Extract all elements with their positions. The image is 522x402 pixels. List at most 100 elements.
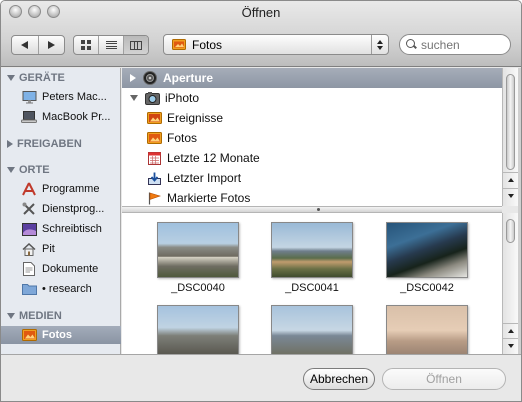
chevron-up-icon — [507, 328, 514, 333]
chevron-down-icon — [377, 45, 383, 50]
photo-grid-scrollbar[interactable] — [502, 213, 518, 354]
icon-view-button[interactable] — [74, 36, 99, 54]
search-field[interactable] — [399, 34, 511, 55]
sidebar-item-research[interactable]: • research — [21, 280, 121, 298]
chevron-up-icon — [377, 39, 383, 44]
disclosure-down-icon — [7, 75, 15, 81]
disclosure-right-icon — [7, 140, 13, 148]
import-icon — [146, 171, 162, 185]
sidebar-item-label: Dokumente — [42, 263, 99, 275]
open-dialog: Öffnen Fotos suchen GERÄTE Peters Mac...… — [0, 0, 522, 402]
photo-item[interactable] — [156, 305, 240, 361]
photo-thumbnail — [157, 305, 239, 361]
window-edge — [518, 68, 521, 354]
view-mode-buttons — [73, 35, 149, 55]
source-list-scrollbar[interactable] — [502, 68, 518, 206]
photo-item[interactable]: _DSC0041 — [270, 222, 354, 294]
sidebar-item-programme[interactable]: Programme — [21, 180, 121, 198]
sidebar-section-label: FREIGABEN — [17, 138, 82, 150]
sidebar-section-freigaben[interactable]: FREIGABEN — [7, 138, 82, 150]
sidebar-item-fotos[interactable]: Fotos — [1, 326, 121, 344]
list-item-label: Fotos — [167, 131, 198, 145]
list-item-letzter-import[interactable]: Letzter Import — [122, 168, 502, 188]
sidebar-item-label: Peters Mac... — [42, 91, 107, 103]
cancel-button[interactable]: Abbrechen — [303, 368, 375, 390]
back-button[interactable] — [12, 36, 39, 54]
flag-icon — [146, 191, 162, 205]
list-item-letzte-12-monate[interactable]: Letzte 12 Monate — [122, 148, 502, 168]
photo-label: _DSC0040 — [171, 282, 225, 294]
forward-button[interactable] — [39, 36, 65, 54]
photo-thumbnail — [157, 222, 239, 278]
list-item-ereignisse[interactable]: Ereignisse — [122, 108, 502, 128]
sidebar-item-label: Fotos — [42, 329, 72, 341]
sidebar-item-label: Dienstprog... — [42, 203, 105, 215]
photo-thumbnail — [386, 305, 468, 361]
photo-thumbnail — [271, 222, 353, 278]
back-arrow-icon — [21, 41, 29, 49]
chevron-down-icon — [507, 193, 514, 198]
scroll-up-button[interactable] — [503, 172, 518, 186]
icon-view-icon — [81, 40, 91, 50]
photo-item[interactable] — [270, 305, 354, 361]
sidebar-section-medien[interactable]: MEDIEN — [7, 310, 62, 322]
photo-label: _DSC0042 — [400, 282, 454, 294]
navigation-buttons — [11, 35, 65, 55]
aperture-icon — [142, 71, 158, 85]
list-item-markierte-fotos[interactable]: Markierte Fotos — [122, 188, 502, 208]
sidebar-item-label: • research — [42, 283, 92, 295]
column-view-button[interactable] — [124, 36, 148, 54]
location-popup[interactable]: Fotos — [163, 34, 389, 55]
search-icon — [406, 39, 417, 50]
photo-item[interactable] — [385, 305, 469, 361]
sidebar-item-dienstprogramme[interactable]: Dienstprog... — [21, 200, 121, 218]
sidebar-item-schreibtisch[interactable]: Schreibtisch — [21, 220, 121, 238]
sidebar-item-macbook-pro[interactable]: MacBook Pr... — [21, 108, 121, 126]
list-item-fotos[interactable]: Fotos — [122, 128, 502, 148]
photo-item[interactable]: _DSC0042 — [385, 222, 469, 294]
column-view-icon — [130, 40, 142, 50]
title-bar: Öffnen Fotos — [1, 1, 521, 67]
sidebar-item-peters-mac[interactable]: Peters Mac... — [21, 88, 121, 106]
photos-folder-icon — [146, 131, 162, 145]
photo-thumbnail — [271, 305, 353, 361]
scrollbar-thumb[interactable] — [506, 74, 515, 170]
sidebar-item-label: Programme — [42, 183, 100, 195]
sidebar-section-label: MEDIEN — [19, 310, 62, 322]
list-item-iphoto[interactable]: iPhoto — [122, 88, 502, 108]
home-icon — [21, 242, 37, 256]
folder-icon — [21, 282, 37, 296]
list-item-label: Ereignisse — [167, 111, 224, 125]
sidebar-section-geraete[interactable]: GERÄTE — [7, 72, 65, 84]
photos-folder-icon — [172, 39, 186, 50]
scrollbar-thumb[interactable] — [506, 219, 515, 243]
imac-icon — [21, 90, 37, 104]
search-input[interactable] — [421, 37, 501, 52]
sidebar: GERÄTE Peters Mac... MacBook Pr... FREIG… — [1, 68, 121, 354]
photo-thumbnail — [386, 222, 468, 278]
list-view-button[interactable] — [99, 36, 124, 54]
list-item-aperture[interactable]: Aperture — [122, 68, 502, 88]
split-view-divider[interactable] — [122, 206, 502, 213]
list-item-label: iPhoto — [165, 91, 200, 105]
sidebar-item-dokumente[interactable]: Dokumente — [21, 260, 121, 278]
open-button[interactable]: Öffnen — [382, 368, 506, 390]
chevron-up-icon — [507, 177, 514, 182]
list-item-label: Letzte 12 Monate — [167, 151, 260, 165]
scroll-up-button[interactable] — [503, 323, 518, 337]
sidebar-section-label: ORTE — [19, 164, 50, 176]
sidebar-item-label: MacBook Pr... — [42, 111, 111, 123]
scroll-down-button[interactable] — [503, 338, 518, 352]
photo-item[interactable]: _DSC0040 — [156, 222, 240, 294]
photos-folder-icon — [21, 328, 37, 342]
location-label: Fotos — [192, 37, 223, 52]
scroll-down-button[interactable] — [503, 188, 518, 202]
list-item-label: Letzter Import — [167, 171, 242, 185]
sidebar-section-label: GERÄTE — [19, 72, 65, 84]
sidebar-section-orte[interactable]: ORTE — [7, 164, 50, 176]
sidebar-item-pit[interactable]: Pit — [21, 240, 121, 258]
window-title: Öffnen — [241, 5, 281, 20]
disclosure-down-icon — [7, 313, 15, 319]
list-item-label: Aperture — [163, 71, 214, 85]
photo-label: _DSC0041 — [285, 282, 339, 294]
